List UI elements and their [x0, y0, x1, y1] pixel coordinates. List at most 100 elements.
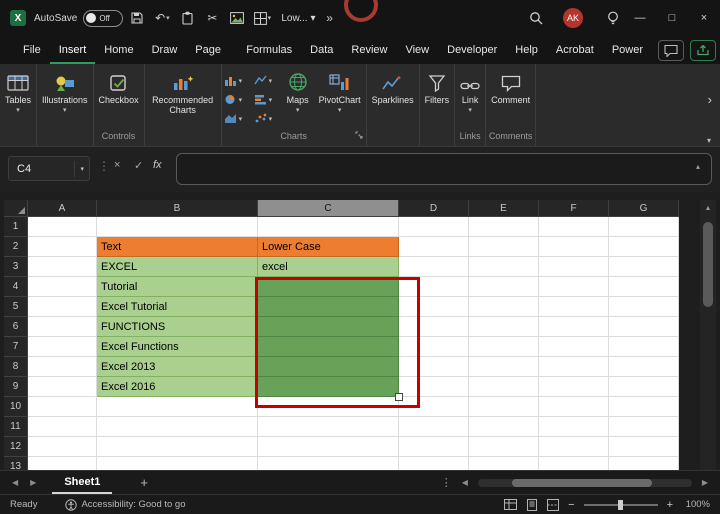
row-header-2[interactable]: 2 — [4, 237, 28, 257]
cell-D9[interactable] — [399, 377, 469, 397]
cell-F3[interactable] — [539, 257, 609, 277]
cell-C13[interactable] — [258, 457, 399, 470]
cell-F5[interactable] — [539, 297, 609, 317]
cell-F10[interactable] — [539, 397, 609, 417]
tab-review[interactable]: Review — [342, 36, 396, 64]
cell-D2[interactable] — [399, 237, 469, 257]
tab-help[interactable]: Help — [506, 36, 547, 64]
cell-A5[interactable] — [28, 297, 97, 317]
cell-E1[interactable] — [469, 217, 539, 237]
cell-A10[interactable] — [28, 397, 97, 417]
cell-C1[interactable] — [258, 217, 399, 237]
accessibility-status[interactable]: Accessibility: Good to go — [65, 499, 185, 511]
filters-button[interactable]: Filters — [420, 69, 455, 105]
cell-A7[interactable] — [28, 337, 97, 357]
cell-D13[interactable] — [399, 457, 469, 470]
picture-button[interactable] — [226, 6, 248, 30]
cell-E4[interactable] — [469, 277, 539, 297]
horizontal-scroll-thumb[interactable] — [512, 479, 652, 487]
cell-C3[interactable]: excel — [258, 257, 399, 277]
row-header-5[interactable]: 5 — [4, 297, 28, 317]
cell-E13[interactable] — [469, 457, 539, 470]
avatar[interactable]: AK — [563, 8, 583, 28]
vertical-scrollbar[interactable]: ▲ — [700, 200, 716, 470]
hscroll-left-icon[interactable]: ◀ — [462, 478, 468, 487]
row-header-11[interactable]: 11 — [4, 417, 28, 437]
cell-B6[interactable]: FUNCTIONS — [97, 317, 258, 337]
cell-G6[interactable] — [609, 317, 679, 337]
cell-D5[interactable] — [399, 297, 469, 317]
cell-E9[interactable] — [469, 377, 539, 397]
recommended-charts-button[interactable]: Recommended Charts — [145, 69, 221, 115]
minimize-button[interactable]: — — [624, 0, 656, 36]
sparklines-button[interactable]: Sparklines — [367, 69, 419, 105]
zoom-slider[interactable] — [584, 504, 658, 506]
cell-G10[interactable] — [609, 397, 679, 417]
cell-F8[interactable] — [539, 357, 609, 377]
column-header-E[interactable]: E — [469, 200, 539, 217]
cell-G13[interactable] — [609, 457, 679, 470]
cell-A8[interactable] — [28, 357, 97, 377]
select-all-corner[interactable] — [4, 200, 28, 217]
cell-G5[interactable] — [609, 297, 679, 317]
cell-G11[interactable] — [609, 417, 679, 437]
zoom-slider-thumb[interactable] — [618, 500, 623, 510]
row-header-7[interactable]: 7 — [4, 337, 28, 357]
cell-F13[interactable] — [539, 457, 609, 470]
cell-C8[interactable] — [258, 357, 399, 377]
tab-draw[interactable]: Draw — [143, 36, 187, 64]
cell-F4[interactable] — [539, 277, 609, 297]
cell-E10[interactable] — [469, 397, 539, 417]
tab-developer[interactable]: Developer — [438, 36, 506, 64]
add-sheet-button[interactable]: + — [140, 475, 148, 490]
tab-page-layout[interactable]: Page Layout — [186, 36, 237, 64]
cell-D12[interactable] — [399, 437, 469, 457]
tab-formulas[interactable]: Formulas — [237, 36, 301, 64]
close-button[interactable]: × — [688, 0, 720, 36]
tab-power-pivot[interactable]: Power Pivot — [603, 36, 652, 64]
cell-B2[interactable]: Text — [97, 237, 258, 257]
cell-D4[interactable] — [399, 277, 469, 297]
cell-B10[interactable] — [97, 397, 258, 417]
cell-B9[interactable]: Excel 2016 — [97, 377, 258, 397]
cell-B7[interactable]: Excel Functions — [97, 337, 258, 357]
charts-dialog-launcher[interactable] — [355, 126, 363, 144]
cell-D10[interactable] — [399, 397, 469, 417]
spreadsheet-grid[interactable]: ABCDEFG12TextLower Case3EXCELexcel4Tutor… — [4, 200, 679, 470]
column-header-G[interactable]: G — [609, 200, 679, 217]
row-header-4[interactable]: 4 — [4, 277, 28, 297]
cell-A13[interactable] — [28, 457, 97, 470]
quick-style-dropdown[interactable]: Low... ▾ — [281, 13, 315, 24]
ribbon-collapse-icon[interactable]: ▾ — [707, 136, 711, 145]
paste-button[interactable] — [176, 6, 198, 30]
sheet-nav-right-icon[interactable]: ▶ — [30, 478, 36, 487]
column-header-D[interactable]: D — [399, 200, 469, 217]
cell-D3[interactable] — [399, 257, 469, 277]
ideas-button[interactable] — [602, 6, 624, 30]
cell-F1[interactable] — [539, 217, 609, 237]
row-header-3[interactable]: 3 — [4, 257, 28, 277]
cell-A12[interactable] — [28, 437, 97, 457]
column-header-F[interactable]: F — [539, 200, 609, 217]
horizontal-scrollbar[interactable] — [478, 479, 692, 487]
zoom-out-button[interactable]: − — [568, 499, 574, 511]
cell-F9[interactable] — [539, 377, 609, 397]
column-header-B[interactable]: B — [97, 200, 258, 217]
comments-button[interactable] — [658, 40, 684, 61]
cell-A1[interactable] — [28, 217, 97, 237]
expand-formula-bar-icon[interactable]: ▴ — [696, 162, 700, 171]
maximize-button[interactable]: □ — [656, 0, 688, 36]
tables-button[interactable]: Tables ▾ — [0, 69, 36, 116]
cell-B1[interactable] — [97, 217, 258, 237]
cell-E8[interactable] — [469, 357, 539, 377]
cell-C7[interactable] — [258, 337, 399, 357]
cell-B11[interactable] — [97, 417, 258, 437]
insert-function-button[interactable]: fx — [153, 159, 162, 171]
cell-B12[interactable] — [97, 437, 258, 457]
undo-button[interactable]: ↶ ▾ — [151, 6, 173, 30]
sheet-nav-left-icon[interactable]: ◀ — [12, 478, 18, 487]
zoom-level[interactable]: 100% — [682, 499, 710, 510]
formula-input[interactable] — [176, 153, 712, 185]
save-button[interactable] — [126, 6, 148, 30]
ribbon-more-button[interactable]: › — [708, 92, 712, 107]
